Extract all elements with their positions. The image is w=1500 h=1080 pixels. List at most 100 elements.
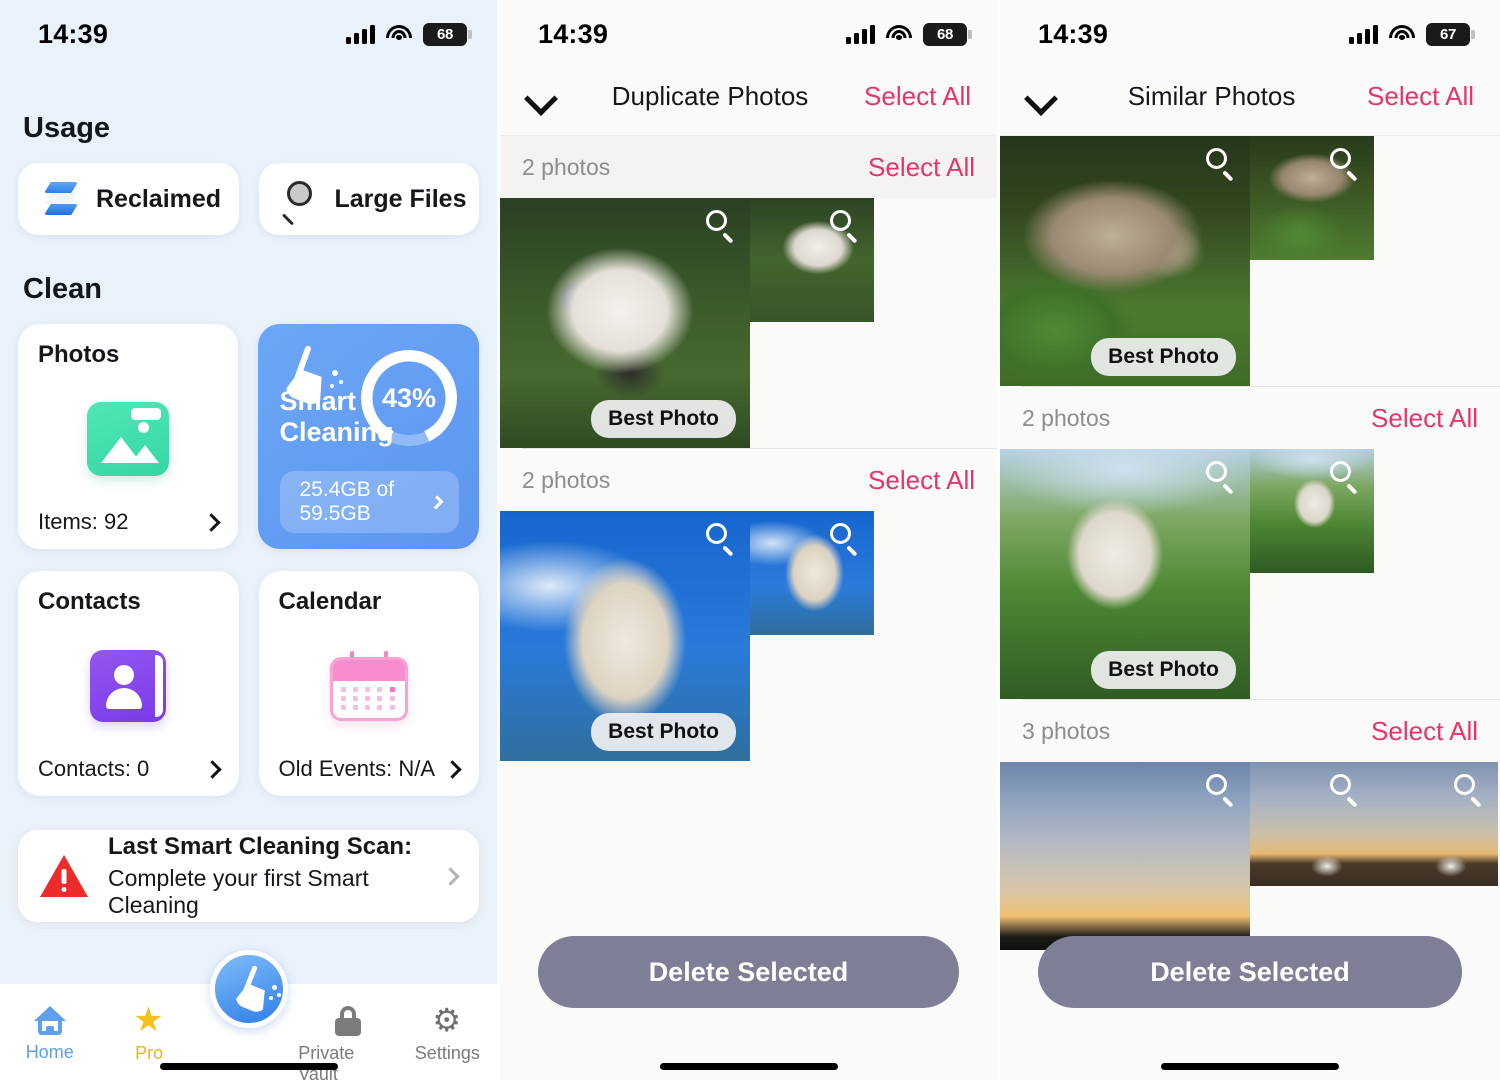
photos-card-count: Items: 92	[38, 509, 129, 534]
status-indicators: 67	[1349, 22, 1475, 46]
group-header: 2 photos Select All	[500, 136, 997, 198]
photo-thumbnail[interactable]	[1250, 136, 1374, 260]
cellular-signal-icon	[346, 24, 375, 44]
calendar-card[interactable]: Calendar Old Events: N/A	[258, 571, 479, 796]
group-thumbnails: Best Photo	[1000, 449, 1500, 699]
delete-selected-button[interactable]: Delete Selected	[1038, 936, 1462, 1008]
home-indicator	[659, 1063, 838, 1070]
tab-pro-label: Pro	[135, 1043, 164, 1063]
photo-thumbnail[interactable]	[1374, 762, 1498, 886]
photo-thumbnail[interactable]	[1000, 762, 1250, 950]
battery-level: 68	[936, 25, 954, 43]
reclaimed-button[interactable]: Reclaimed	[18, 163, 239, 235]
photo-thumbnail-best[interactable]: Best Photo	[500, 198, 750, 448]
chevron-down-icon[interactable]	[1026, 82, 1056, 112]
last-scan-text: Last Smart Cleaning Scan: Complete your …	[108, 833, 424, 919]
calendar-icon	[329, 651, 408, 721]
gear-icon: ⚙	[432, 1002, 462, 1038]
tab-pro[interactable]: ★ Pro	[99, 1001, 198, 1064]
photo-thumbnail-best[interactable]: Best Photo	[1000, 449, 1250, 699]
magnifier-icon[interactable]	[706, 210, 736, 243]
group-photo-count: 3 photos	[1022, 717, 1111, 744]
tab-settings[interactable]: ⚙ Settings	[398, 1002, 497, 1064]
contacts-icon	[90, 650, 167, 722]
contacts-card[interactable]: Contacts Contacts: 0	[18, 571, 239, 796]
magnifier-icon	[281, 181, 319, 226]
photos-card-title: Photos	[38, 341, 120, 368]
tab-settings-label: Settings	[414, 1043, 480, 1063]
storage-summary-button[interactable]: 25.4GB of 59.5GB	[279, 471, 459, 533]
magnifier-icon[interactable]	[1330, 774, 1360, 807]
tab-home[interactable]: Home	[0, 1006, 99, 1063]
magnifier-icon[interactable]	[1330, 148, 1360, 181]
chevron-right-icon	[441, 866, 460, 886]
magnifier-icon[interactable]	[706, 523, 736, 556]
clean-card-row-2: Contacts Contacts: 0 Calendar Old Events…	[18, 571, 479, 796]
cellular-signal-icon	[846, 24, 875, 44]
magnifier-icon[interactable]	[1206, 461, 1236, 494]
photos-card[interactable]: Photos Items: 92	[18, 324, 238, 549]
calendar-card-footer: Old Events: N/A	[279, 756, 462, 782]
clean-card-row-1: Photos Items: 92 43% Cleaning 25.4GB of …	[18, 324, 479, 549]
battery-icon: 68	[923, 22, 972, 46]
chevron-right-icon	[202, 759, 222, 779]
status-time: 14:39	[538, 18, 609, 49]
tab-home-label: Home	[25, 1042, 74, 1062]
last-scan-title: Last Smart Cleaning Scan:	[108, 833, 413, 860]
smart-clean-fab-button[interactable]	[209, 950, 288, 1028]
photo-thumbnail[interactable]	[1250, 762, 1374, 886]
smart-cleaning-card[interactable]: 43% Smart Cleaning 25.4GB of 59.5GB	[257, 324, 479, 549]
best-photo-badge: Best Photo	[591, 713, 736, 751]
photo-thumbnail-best[interactable]: Best Photo	[1000, 136, 1250, 386]
group-thumbnails: Best Photo	[500, 511, 997, 761]
magnifier-icon[interactable]	[1330, 461, 1360, 494]
contacts-card-footer: Contacts: 0	[38, 756, 222, 782]
status-time: 14:39	[1038, 18, 1109, 49]
chevron-right-icon	[201, 512, 221, 532]
status-bar: 14:39 68	[0, 0, 497, 58]
battery-level: 67	[1439, 25, 1457, 43]
group-header: 2 photos Select All	[500, 449, 997, 511]
battery-level: 68	[436, 25, 454, 43]
group-select-all-button[interactable]: Select All	[868, 465, 975, 496]
group-select-all-button[interactable]: Select All	[868, 152, 975, 183]
page-title: Duplicate Photos	[611, 81, 809, 111]
group-select-all-button[interactable]: Select All	[1371, 403, 1478, 434]
status-time: 14:39	[38, 18, 109, 49]
photo-thumbnail[interactable]	[750, 511, 874, 635]
last-scan-banner[interactable]: Last Smart Cleaning Scan: Complete your …	[18, 830, 479, 922]
group-photo-count: 2 photos	[522, 153, 611, 180]
storage-summary-label: 25.4GB of 59.5GB	[299, 478, 395, 525]
home-icon	[33, 1006, 66, 1035]
magnifier-icon[interactable]	[830, 523, 860, 556]
battery-icon: 67	[1426, 22, 1475, 46]
select-all-button[interactable]: Select All	[864, 81, 971, 112]
select-all-button[interactable]: Select All	[1367, 81, 1474, 112]
best-photo-badge: Best Photo	[1091, 338, 1236, 376]
photo-thumbnail[interactable]	[1250, 449, 1374, 573]
large-files-button[interactable]: Large Files	[258, 163, 479, 235]
magnifier-icon[interactable]	[830, 210, 860, 243]
large-files-label: Large Files	[334, 184, 467, 213]
broom-icon	[280, 344, 343, 408]
chevron-down-icon[interactable]	[526, 82, 556, 112]
wifi-icon	[1389, 24, 1415, 44]
magnifier-icon[interactable]	[1454, 774, 1484, 807]
battery-icon: 68	[423, 22, 472, 46]
photo-thumbnail-best[interactable]: Best Photo	[500, 511, 750, 761]
magnifier-icon[interactable]	[1206, 148, 1236, 181]
photo-thumbnail[interactable]	[750, 198, 874, 322]
delete-selected-button[interactable]: Delete Selected	[538, 936, 959, 1008]
wifi-icon	[386, 24, 412, 44]
group-thumbnails: Best Photo	[1000, 136, 1500, 386]
tab-private-vault-label: Private Vault	[298, 1043, 355, 1080]
magnifier-icon[interactable]	[1206, 774, 1236, 807]
screen-home: 14:39 68 Usage Reclaimed Large Files Cle…	[0, 0, 497, 1080]
usage-pill-row: Reclaimed Large Files	[18, 163, 479, 235]
calendar-card-title: Calendar	[278, 588, 382, 615]
group-select-all-button[interactable]: Select All	[1371, 716, 1478, 747]
status-bar: 14:39 67	[1000, 0, 1500, 58]
contacts-card-icon-wrap	[38, 616, 219, 756]
star-icon: ★	[133, 1001, 164, 1039]
status-bar: 14:39 68	[500, 0, 997, 58]
